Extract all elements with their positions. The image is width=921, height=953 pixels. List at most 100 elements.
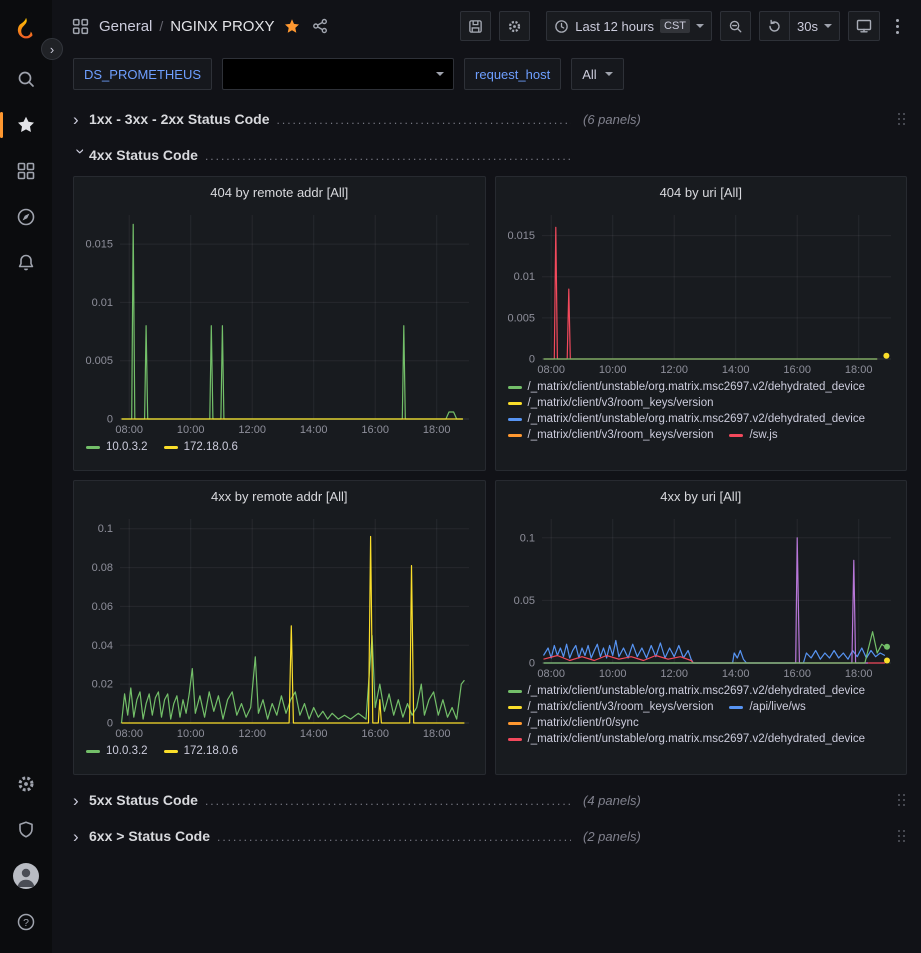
row-drag-handle-icon[interactable] [898,829,907,843]
sidebar-expand-button[interactable]: › [41,38,63,60]
panel-title[interactable]: 404 by uri [All] [502,177,901,207]
star-icon [16,115,36,135]
sidebar-item-alerting[interactable] [4,240,48,286]
row-dots-filler: ........................................… [277,113,571,127]
datasource-variable-label[interactable]: DS_PROMETHEUS [73,58,212,90]
chart-legend: 10.0.3.2 172.18.0.6 [80,437,479,453]
svg-text:0.015: 0.015 [507,230,535,242]
svg-text:08:00: 08:00 [115,728,143,740]
row-header-5xx[interactable]: › 5xx Status Code ......................… [73,785,907,815]
time-range-picker[interactable]: Last 12 hours CST [546,11,712,41]
row-title: 4xx Status Code [89,147,198,163]
timeseries-chart-404-by-remote-addr[interactable]: 08:0010:0012:0014:0016:0018:0000.0050.01… [80,207,479,437]
dashboards-grid-icon [16,161,36,181]
more-options-button[interactable] [888,15,907,38]
favorite-star-button[interactable] [282,16,302,36]
top-navbar: General / NGINX PROXY [52,0,921,52]
legend-item[interactable]: 10.0.3.2 [86,441,148,453]
panel-4xx-by-uri: 4xx by uri [All] 08:0010:0012:0014:0016:… [495,480,908,775]
timeseries-chart-4xx-by-remote-addr[interactable]: 08:0010:0012:0014:0016:0018:0000.020.040… [80,511,479,741]
legend-label: /_matrix/client/v3/room_keys/version [528,397,714,409]
sidebar-item-starred[interactable] [4,102,48,148]
legend-label: /_matrix/client/r0/sync [528,717,639,729]
svg-text:0.06: 0.06 [92,601,113,613]
timeseries-chart-404-by-uri[interactable]: 08:0010:0012:0014:0016:0018:0000.0050.01… [502,207,901,377]
request-host-variable-value-select[interactable]: All [571,58,623,90]
legend-item[interactable]: 10.0.3.2 [86,745,148,757]
datasource-variable-value-select[interactable] [222,58,454,90]
legend-item[interactable]: /sw.js [729,429,777,441]
refresh-icon [767,19,782,34]
share-button[interactable] [310,16,330,36]
share-icon [312,18,328,34]
row-drag-handle-icon[interactable] [898,793,907,807]
timezone-badge: CST [660,19,690,33]
legend-item[interactable]: /_matrix/client/unstable/org.matrix.msc2… [508,733,866,745]
svg-text:0: 0 [107,414,113,426]
legend-item[interactable]: /api/live/ws [729,701,805,713]
legend-color-marker [164,750,178,753]
legend-label: 10.0.3.2 [106,441,148,453]
svg-text:10:00: 10:00 [598,364,626,376]
zoom-out-icon [728,19,743,34]
legend-item[interactable]: 172.18.0.6 [164,745,238,757]
dashboard-settings-button[interactable] [499,11,530,41]
zoom-out-time-button[interactable] [720,11,751,41]
svg-text:14:00: 14:00 [300,728,328,740]
chevron-down-icon [605,72,613,76]
timeseries-chart-4xx-by-uri[interactable]: 08:0010:0012:0014:0016:0018:0000.050.1 [502,511,901,681]
row-header-6xx[interactable]: › 6xx > Status Code ....................… [73,821,907,851]
gear-icon [507,19,522,34]
legend-item[interactable]: /_matrix/client/r0/sync [508,717,639,729]
row-panel-count: (6 panels) [583,112,641,127]
row-header-4xx[interactable]: › 4xx Status Code ......................… [73,140,907,170]
clock-icon [554,19,569,34]
legend-label: /_matrix/client/unstable/org.matrix.msc2… [528,413,866,425]
cycle-view-mode-button[interactable] [848,11,880,41]
chart-legend: 10.0.3.2 172.18.0.6 [80,741,479,757]
svg-text:0.1: 0.1 [519,532,534,544]
svg-text:0.005: 0.005 [85,355,113,367]
panel-title[interactable]: 4xx by remote addr [All] [80,481,479,511]
legend-item[interactable]: /_matrix/client/unstable/org.matrix.msc2… [508,685,866,697]
panel-title[interactable]: 4xx by uri [All] [502,481,901,511]
row-drag-handle-icon[interactable] [898,112,907,126]
save-dashboard-button[interactable] [460,11,491,41]
legend-item[interactable]: /_matrix/client/unstable/org.matrix.msc2… [508,381,866,393]
svg-text:16:00: 16:00 [783,668,811,680]
panel-404-by-remote-addr: 404 by remote addr [All] 08:0010:0012:00… [73,176,486,471]
panel-title[interactable]: 404 by remote addr [All] [80,177,479,207]
chart-legend: /_matrix/client/unstable/org.matrix.msc2… [502,377,901,441]
legend-color-marker [86,750,100,753]
legend-item[interactable]: /_matrix/client/v3/room_keys/version [508,701,714,713]
legend-color-marker [508,418,522,421]
legend-item[interactable]: /_matrix/client/v3/room_keys/version [508,397,714,409]
sidebar-item-explore[interactable] [4,194,48,240]
refresh-button[interactable] [759,11,789,41]
refresh-interval-select[interactable]: 30s [789,11,840,41]
sidebar-item-help[interactable]: ? [4,899,48,945]
sidebar-item-search[interactable] [4,56,48,102]
legend-item[interactable]: 172.18.0.6 [164,441,238,453]
sidebar-item-dashboards[interactable] [4,148,48,194]
svg-text:0: 0 [528,658,534,670]
row-header-1xx-3xx-2xx[interactable]: › 1xx - 3xx - 2xx Status Code ..........… [73,104,907,134]
panel-4xx-by-remote-addr: 4xx by remote addr [All] 08:0010:0012:00… [73,480,486,775]
svg-text:12:00: 12:00 [660,668,688,680]
help-circle-icon: ? [16,912,36,932]
sidebar-item-configuration[interactable] [4,761,48,807]
row-title-wrap: 1xx - 3xx - 2xx Status Code ............… [89,111,571,127]
request-host-variable-label[interactable]: request_host [464,58,561,90]
svg-text:18:00: 18:00 [423,728,451,740]
sidebar-item-server-admin[interactable] [4,807,48,853]
legend-color-marker [729,434,743,437]
legend-item[interactable]: /_matrix/client/unstable/org.matrix.msc2… [508,413,866,425]
sidebar-item-profile[interactable] [4,853,48,899]
breadcrumb-section[interactable]: General [99,18,152,35]
legend-item[interactable]: /_matrix/client/v3/room_keys/version [508,429,714,441]
svg-text:0.015: 0.015 [85,239,113,251]
svg-text:16:00: 16:00 [361,728,389,740]
apps-grid-icon[interactable] [70,16,91,37]
svg-text:10:00: 10:00 [177,424,205,436]
avatar [13,863,39,889]
